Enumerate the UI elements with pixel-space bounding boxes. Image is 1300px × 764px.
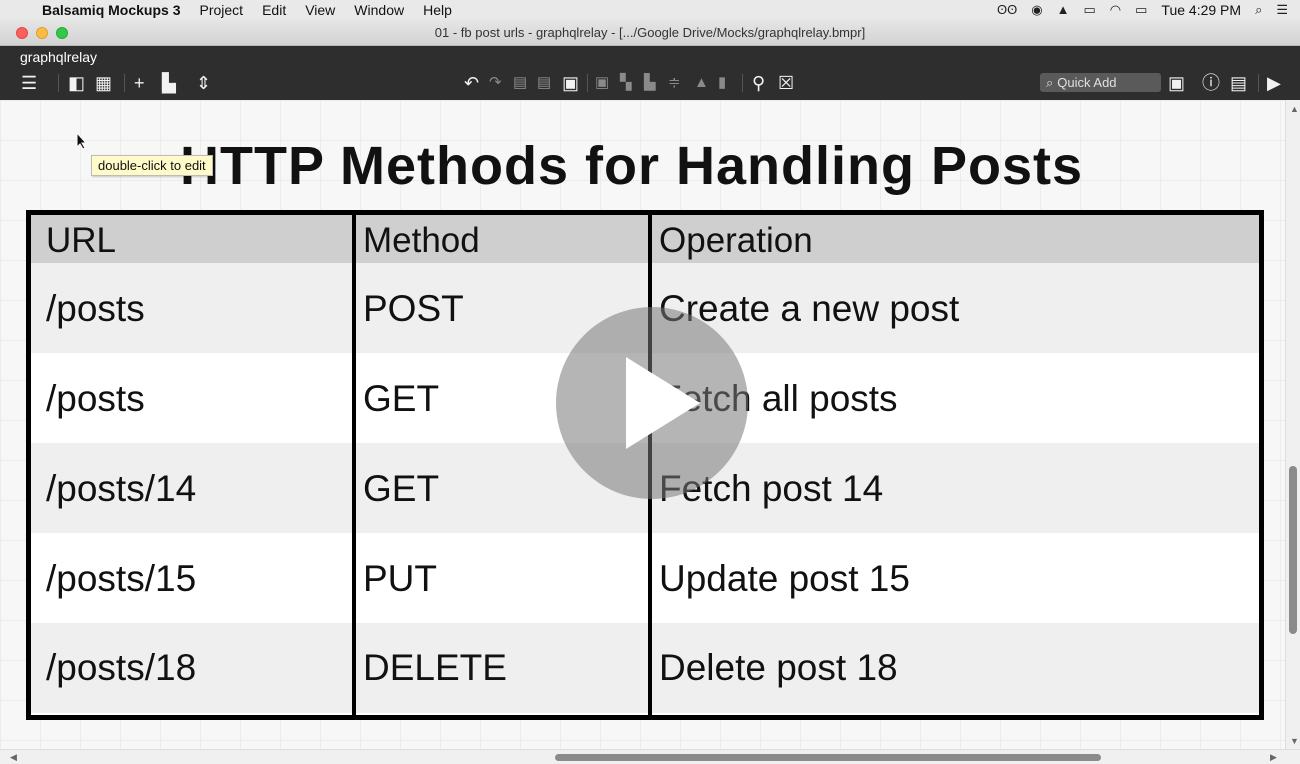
quick-add-field[interactable]: ⌕ <box>1040 73 1161 92</box>
header-url: URL <box>46 221 117 260</box>
trash-icon[interactable]: ▮ <box>718 73 726 93</box>
table-row <box>31 623 1259 713</box>
notes-icon[interactable]: ▤ <box>1230 73 1247 93</box>
drive-icon[interactable]: ▲ <box>1057 2 1070 17</box>
group-icon[interactable]: ▣ <box>595 73 609 93</box>
separator <box>587 74 588 92</box>
notification-center-icon[interactable]: ☰ <box>1276 2 1288 18</box>
ungroup-icon[interactable]: ▚ <box>620 73 632 93</box>
separator <box>742 74 743 92</box>
presentation-icon[interactable]: ▶ <box>1267 73 1281 93</box>
table-header <box>31 215 1259 263</box>
paste-icon[interactable]: ▣ <box>562 73 579 93</box>
cell-url: /posts/14 <box>46 468 197 509</box>
project-name: graphqlrelay <box>20 49 98 65</box>
align-icon[interactable]: ≑ <box>668 73 681 93</box>
window-titlebar: 01 - fb post urls - graphqlrelay - [.../… <box>0 19 1300 46</box>
edit-tooltip: double-click to edit <box>91 155 213 176</box>
header-method: Method <box>363 221 480 260</box>
single-pane-icon[interactable]: ◧ <box>68 73 85 93</box>
cell-url: /posts <box>46 378 145 419</box>
menu-edit[interactable]: Edit <box>262 2 286 18</box>
airplay-icon[interactable]: ▭ <box>1083 2 1095 18</box>
info-icon[interactable]: ⓘ <box>1202 73 1220 93</box>
separator <box>58 74 59 92</box>
cell-method: GET <box>363 468 440 509</box>
window-title: 01 - fb post urls - graphqlrelay - [.../… <box>434 25 866 40</box>
cut-icon[interactable]: ▤ <box>513 73 527 93</box>
separator <box>1258 74 1259 92</box>
header-operation: Operation <box>659 221 813 260</box>
page-title[interactable]: HTTP Methods for Handling Posts <box>180 135 1083 197</box>
scroll-up-arrow-icon[interactable]: ▲ <box>1290 104 1299 114</box>
cell-operation: Delete post 18 <box>659 647 898 688</box>
play-icon <box>626 357 700 449</box>
menu-view[interactable]: View <box>305 2 335 18</box>
menu-bar: Balsamiq Mockups 3 Project Edit View Win… <box>0 0 1300 19</box>
cell-method: GET <box>363 378 440 419</box>
bring-forward-icon[interactable]: ▙ <box>644 73 656 93</box>
cell-method: PUT <box>363 558 437 599</box>
spotlight-icon[interactable]: ⌕ <box>1255 2 1262 18</box>
quick-add-input[interactable] <box>1057 75 1153 90</box>
menu-help[interactable]: Help <box>423 2 452 18</box>
clock[interactable]: Tue 4:29 PM <box>1161 2 1241 18</box>
wifi-icon[interactable]: ◠ <box>1110 2 1121 18</box>
markup-toggle-icon[interactable]: ☒ <box>778 73 794 93</box>
cell-method: POST <box>363 288 464 329</box>
search-icon: ⌕ <box>1046 74 1054 90</box>
vertical-scrollbar[interactable]: ▲ ▼ <box>1285 100 1300 750</box>
column-divider <box>352 215 356 715</box>
separator <box>124 74 125 92</box>
cell-operation: Update post 15 <box>659 558 910 599</box>
vertical-scroll-thumb[interactable] <box>1289 466 1297 634</box>
scroll-left-arrow-icon[interactable]: ◀ <box>10 752 17 763</box>
cell-url: /posts <box>46 288 145 329</box>
add-icon[interactable]: + <box>134 73 145 93</box>
toolbar: graphqlrelay ☰ ◧ ▦ + ▙ ⇕ ↶ ↷ ▤ ▤ ▣ ▣ ▚ ▙… <box>0 46 1300 100</box>
menu-icon[interactable]: ☰ <box>21 73 37 93</box>
scroll-right-arrow-icon[interactable]: ▶ <box>1270 752 1277 763</box>
battery-icon[interactable]: ▭ <box>1135 2 1147 18</box>
copy-icon[interactable]: ▤ <box>537 73 551 93</box>
undo-icon[interactable]: ↶ <box>464 73 479 93</box>
cell-method: DELETE <box>363 647 507 688</box>
redo-icon[interactable]: ↷ <box>489 73 502 93</box>
record-icon[interactable]: ◉ <box>1031 2 1042 18</box>
cell-url: /posts/15 <box>46 558 197 599</box>
reorder-icon[interactable]: ⇕ <box>196 73 211 93</box>
menu-window[interactable]: Window <box>354 2 404 18</box>
mouse-cursor-icon <box>76 132 88 150</box>
lock-icon[interactable]: ▲ <box>694 73 709 93</box>
horizontal-scrollbar[interactable]: ◀ ▶ <box>0 749 1300 764</box>
zoom-icon[interactable]: ⚲ <box>752 73 765 93</box>
grid-view-icon[interactable]: ▦ <box>95 73 112 93</box>
video-play-button[interactable] <box>556 307 748 499</box>
duplicate-icon[interactable]: ▙ <box>162 73 176 93</box>
glasses-icon[interactable]: ʘʘ <box>997 2 1017 17</box>
scroll-down-arrow-icon[interactable]: ▼ <box>1290 736 1299 746</box>
menu-project[interactable]: Project <box>200 2 244 18</box>
app-menu[interactable]: Balsamiq Mockups 3 <box>42 2 181 18</box>
table-row <box>31 533 1259 623</box>
horizontal-scroll-thumb[interactable] <box>555 754 1101 761</box>
cell-url: /posts/18 <box>46 647 197 688</box>
user-icon[interactable]: ▣ <box>1168 73 1185 93</box>
